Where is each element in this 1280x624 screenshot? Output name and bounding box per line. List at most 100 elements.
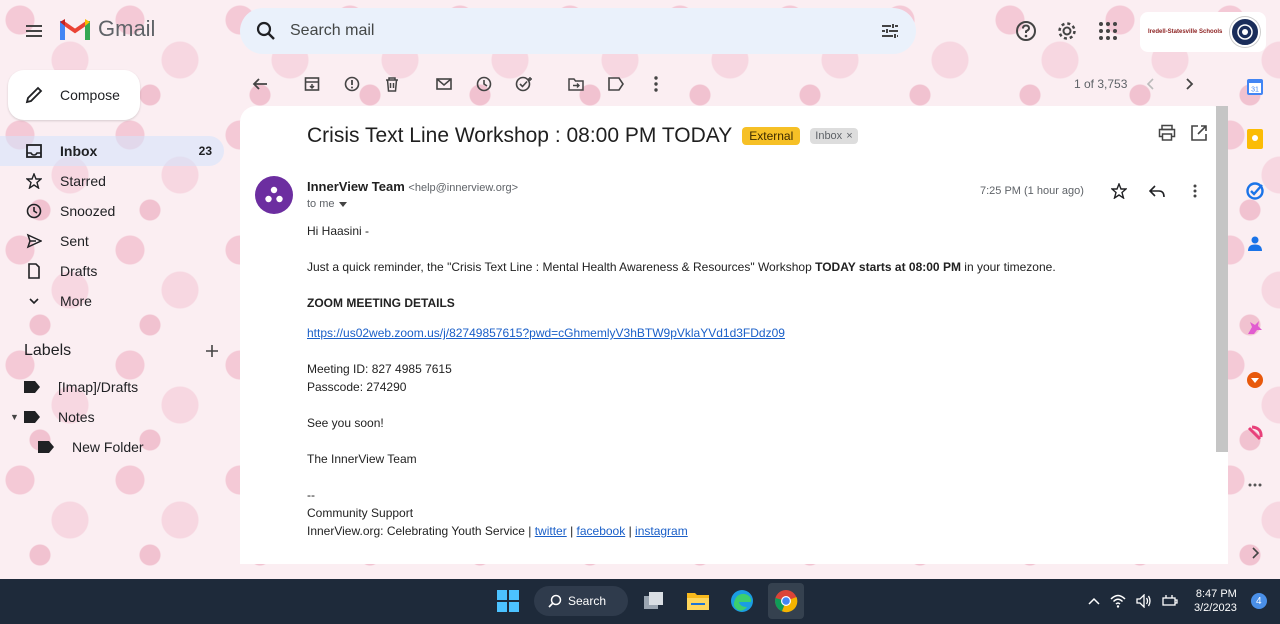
add-task-button[interactable] [504, 64, 544, 104]
compose-button[interactable]: Compose [8, 70, 140, 120]
system-tray: 8:47 PM 3/2/2023 4 [1088, 587, 1267, 615]
more-addons-icon[interactable] [1244, 474, 1266, 496]
zoom-heading: ZOOM MEETING DETAILS [307, 296, 455, 310]
archive-button[interactable] [292, 64, 332, 104]
sidebar-item-more[interactable]: More [0, 286, 232, 316]
message-toolbar [240, 64, 1216, 104]
chevron-up-icon[interactable] [1088, 597, 1100, 605]
print-button[interactable] [1158, 124, 1176, 142]
sender-line: InnerView Team <help@innerview.org> [307, 179, 518, 194]
power-plug-icon[interactable] [1162, 594, 1178, 608]
report-icon [344, 76, 360, 92]
clock-time: 8:47 PM [1195, 588, 1237, 600]
school-logo: Iredell-Statesville Schools [1148, 28, 1223, 35]
more-actions-button[interactable] [636, 64, 676, 104]
snooze-button[interactable] [464, 64, 504, 104]
label-item-new-folder[interactable]: New Folder [0, 432, 232, 462]
contacts-icon[interactable] [1244, 232, 1266, 254]
clock[interactable]: 8:47 PM 3/2/2023 [1194, 587, 1237, 615]
sender-email: <help@innerview.org> [408, 182, 519, 194]
caret-down-icon[interactable]: ▼ [10, 412, 24, 422]
sidebar-item-label: More [60, 293, 92, 309]
arrow-back-icon [252, 78, 267, 90]
sidebar-item-drafts[interactable]: Drafts [0, 256, 232, 286]
side-panel: 31 [1232, 64, 1280, 564]
clock-icon [476, 76, 492, 92]
file-explorer-button[interactable] [680, 583, 716, 619]
notification-badge[interactable]: 4 [1250, 593, 1267, 609]
report-spam-button[interactable] [332, 64, 372, 104]
sig-links: InnerView.org: Celebrating Youth Service… [307, 524, 688, 538]
addon-pink-icon[interactable] [1244, 422, 1266, 444]
sidebar-item-label: Sent [60, 233, 89, 249]
wifi-icon[interactable] [1110, 594, 1126, 608]
message-scrollbar[interactable] [1216, 106, 1228, 452]
older-button[interactable] [1175, 70, 1203, 98]
chrome-icon [775, 590, 798, 613]
pencil-icon [25, 86, 43, 104]
chrome-browser-button[interactable] [768, 583, 804, 619]
compose-label: Compose [60, 87, 120, 103]
sender-avatar[interactable] [255, 176, 293, 214]
volume-icon[interactable] [1136, 594, 1152, 608]
top-bar: Gmail Iredell-Statesville Schools [0, 0, 1280, 64]
apps-button[interactable] [1088, 11, 1128, 51]
message-time: 7:25 PM (1 hour ago) [980, 185, 1084, 197]
subject-row: Crisis Text Line Workshop : 08:00 PM TOD… [307, 124, 858, 148]
gmail-logo[interactable]: Gmail [60, 16, 155, 42]
reminder-paragraph: Just a quick reminder, the "Crisis Text … [307, 260, 1056, 274]
twitter-link[interactable]: twitter [535, 524, 567, 538]
inbox-label-chip[interactable]: Inbox × [810, 128, 858, 144]
sidebar-item-sent[interactable]: Sent [0, 226, 232, 256]
expand-panel-icon[interactable] [1244, 542, 1266, 564]
labels-button[interactable] [596, 64, 636, 104]
taskbar-search-button[interactable]: Search [534, 586, 628, 616]
mark-unread-button[interactable] [424, 64, 464, 104]
sidebar-item-inbox[interactable]: Inbox 23 [0, 136, 224, 166]
calendar-icon[interactable]: 31 [1244, 76, 1266, 98]
sender-name[interactable]: InnerView Team [307, 179, 405, 194]
more-vert-icon [654, 76, 658, 92]
sidebar-item-snoozed[interactable]: Snoozed [0, 196, 232, 226]
label-list: [Imap]/Drafts ▼ Notes New Folder [0, 372, 232, 462]
addon-fox-icon[interactable] [1244, 369, 1266, 391]
edge-browser-button[interactable] [724, 583, 760, 619]
newer-button[interactable] [1137, 70, 1165, 98]
zoom-link[interactable]: https://us02web.zoom.us/j/82749857615?pw… [307, 326, 785, 340]
main-menu-button[interactable] [14, 11, 54, 51]
back-button[interactable] [240, 64, 280, 104]
search-options-button[interactable] [870, 11, 910, 51]
remove-label-icon[interactable]: × [846, 130, 852, 142]
facebook-link[interactable]: facebook [577, 524, 626, 538]
avatar[interactable] [1230, 17, 1260, 47]
label-icon [24, 381, 40, 393]
reply-button[interactable] [1140, 176, 1174, 206]
start-button[interactable] [490, 583, 526, 619]
recipient-details-toggle[interactable]: to me [307, 198, 347, 210]
label-item-notes[interactable]: ▼ Notes [0, 402, 232, 432]
subject-actions [1158, 124, 1208, 142]
delete-button[interactable] [372, 64, 412, 104]
sidebar-item-label: Starred [60, 173, 106, 189]
search-button[interactable] [246, 11, 286, 51]
task-view-button[interactable] [636, 583, 672, 619]
search-input[interactable] [290, 22, 870, 40]
star-button[interactable] [1102, 176, 1136, 206]
more-message-actions[interactable] [1178, 176, 1212, 206]
open-new-window-button[interactable] [1190, 124, 1208, 142]
add-label-icon[interactable] [204, 343, 220, 359]
support-button[interactable] [1006, 11, 1046, 51]
move-to-button[interactable] [556, 64, 596, 104]
sidebar-item-starred[interactable]: Starred [0, 166, 232, 196]
keep-icon[interactable] [1244, 128, 1266, 150]
tasks-icon[interactable] [1244, 180, 1266, 202]
label-outline-icon [608, 77, 624, 91]
settings-button[interactable] [1047, 11, 1087, 51]
addon-unicorn-icon[interactable] [1244, 316, 1266, 338]
svg-text:31: 31 [1251, 87, 1259, 94]
add-task-icon [515, 76, 532, 92]
instagram-link[interactable]: instagram [635, 524, 688, 538]
account-switcher[interactable]: Iredell-Statesville Schools [1140, 12, 1266, 52]
external-badge: External [742, 127, 801, 145]
label-item-imap-drafts[interactable]: [Imap]/Drafts [0, 372, 232, 402]
